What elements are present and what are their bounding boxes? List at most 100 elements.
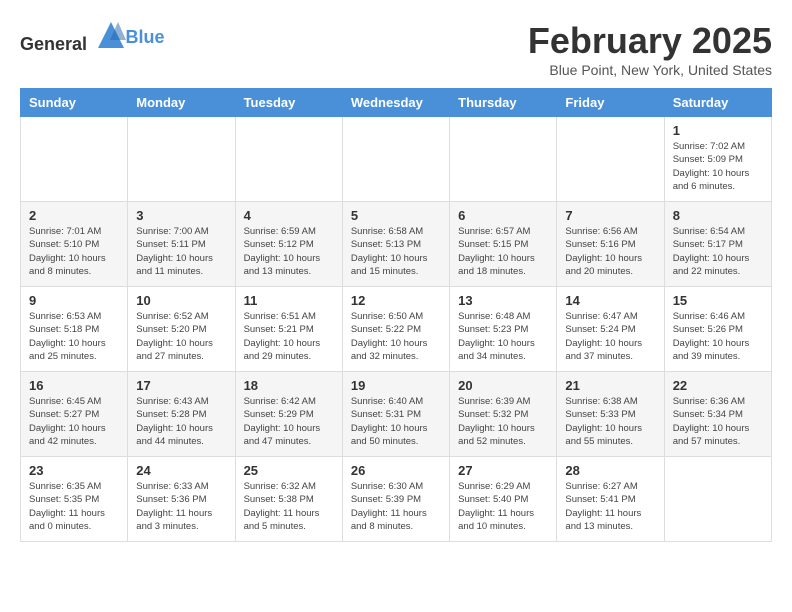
- calendar-cell: 6 Sunrise: 6:57 AM Sunset: 5:15 PM Daylig…: [450, 202, 557, 287]
- day-number: 23: [29, 463, 119, 478]
- day-info: Sunrise: 6:39 AM Sunset: 5:32 PM Dayligh…: [458, 395, 548, 448]
- weekday-header-saturday: Saturday: [664, 89, 771, 117]
- calendar-cell: 19 Sunrise: 6:40 AM Sunset: 5:31 PM Dayli…: [342, 372, 449, 457]
- day-number: 14: [565, 293, 655, 308]
- calendar-cell: 1 Sunrise: 7:02 AM Sunset: 5:09 PM Daylig…: [664, 117, 771, 202]
- day-info: Sunrise: 6:53 AM Sunset: 5:18 PM Dayligh…: [29, 310, 119, 363]
- calendar-cell: 13 Sunrise: 6:48 AM Sunset: 5:23 PM Dayli…: [450, 287, 557, 372]
- weekday-header-tuesday: Tuesday: [235, 89, 342, 117]
- calendar-cell: 23 Sunrise: 6:35 AM Sunset: 5:35 PM Dayli…: [21, 457, 128, 542]
- calendar-cell: 7Sunrise: 6:56 AM Sunset: 5:16 PM Daylig…: [557, 202, 664, 287]
- day-number: 11: [244, 293, 334, 308]
- calendar-cell: 22 Sunrise: 6:36 AM Sunset: 5:34 PM Dayli…: [664, 372, 771, 457]
- day-number: 28: [565, 463, 655, 478]
- day-number: 25: [244, 463, 334, 478]
- day-number: 27: [458, 463, 548, 478]
- calendar-cell: 2Sunrise: 7:01 AM Sunset: 5:10 PM Daylig…: [21, 202, 128, 287]
- day-number: 6: [458, 208, 548, 223]
- logo-icon: [96, 20, 126, 50]
- page-header: General Blue February 2025 Blue Point, N…: [20, 20, 772, 78]
- day-info: Sunrise: 6:46 AM Sunset: 5:26 PM Dayligh…: [673, 310, 763, 363]
- day-info: Sunrise: 6:33 AM Sunset: 5:36 PM Dayligh…: [136, 480, 226, 533]
- calendar-title: February 2025: [528, 20, 772, 62]
- day-info: Sunrise: 6:29 AM Sunset: 5:40 PM Dayligh…: [458, 480, 548, 533]
- calendar-cell: 4 Sunrise: 6:59 AM Sunset: 5:12 PM Daylig…: [235, 202, 342, 287]
- weekday-header-thursday: Thursday: [450, 89, 557, 117]
- calendar-cell: 12 Sunrise: 6:50 AM Sunset: 5:22 PM Dayli…: [342, 287, 449, 372]
- day-info: Sunrise: 6:38 AM Sunset: 5:33 PM Dayligh…: [565, 395, 655, 448]
- week-row-3: 16 Sunrise: 6:45 AM Sunset: 5:27 PM Dayli…: [21, 372, 772, 457]
- day-number: 19: [351, 378, 441, 393]
- day-number: 9: [29, 293, 119, 308]
- day-info: Sunrise: 6:35 AM Sunset: 5:35 PM Dayligh…: [29, 480, 119, 533]
- calendar-cell: 18 Sunrise: 6:42 AM Sunset: 5:29 PM Dayli…: [235, 372, 342, 457]
- day-info: Sunrise: 7:00 AM Sunset: 5:11 PM Dayligh…: [136, 225, 226, 278]
- day-number: 7: [565, 208, 655, 223]
- day-info: Sunrise: 6:48 AM Sunset: 5:23 PM Dayligh…: [458, 310, 548, 363]
- day-number: 26: [351, 463, 441, 478]
- weekday-header-friday: Friday: [557, 89, 664, 117]
- calendar-cell: [128, 117, 235, 202]
- day-number: 20: [458, 378, 548, 393]
- calendar-cell: 16 Sunrise: 6:45 AM Sunset: 5:27 PM Dayli…: [21, 372, 128, 457]
- day-info: Sunrise: 6:36 AM Sunset: 5:34 PM Dayligh…: [673, 395, 763, 448]
- calendar-cell: 3 Sunrise: 7:00 AM Sunset: 5:11 PM Daylig…: [128, 202, 235, 287]
- calendar-cell: [664, 457, 771, 542]
- day-number: 12: [351, 293, 441, 308]
- week-row-0: 1 Sunrise: 7:02 AM Sunset: 5:09 PM Daylig…: [21, 117, 772, 202]
- weekday-header-row: SundayMondayTuesdayWednesdayThursdayFrid…: [21, 89, 772, 117]
- day-info: Sunrise: 6:51 AM Sunset: 5:21 PM Dayligh…: [244, 310, 334, 363]
- day-info: Sunrise: 6:52 AM Sunset: 5:20 PM Dayligh…: [136, 310, 226, 363]
- day-info: Sunrise: 6:47 AM Sunset: 5:24 PM Dayligh…: [565, 310, 655, 363]
- title-area: February 2025 Blue Point, New York, Unit…: [528, 20, 772, 78]
- calendar-cell: [557, 117, 664, 202]
- weekday-header-sunday: Sunday: [21, 89, 128, 117]
- calendar-cell: 26Sunrise: 6:30 AM Sunset: 5:39 PM Dayli…: [342, 457, 449, 542]
- day-info: Sunrise: 6:59 AM Sunset: 5:12 PM Dayligh…: [244, 225, 334, 278]
- day-info: Sunrise: 6:54 AM Sunset: 5:17 PM Dayligh…: [673, 225, 763, 278]
- calendar-cell: 17 Sunrise: 6:43 AM Sunset: 5:28 PM Dayli…: [128, 372, 235, 457]
- day-number: 17: [136, 378, 226, 393]
- day-number: 1: [673, 123, 763, 138]
- day-info: Sunrise: 6:43 AM Sunset: 5:28 PM Dayligh…: [136, 395, 226, 448]
- day-number: 3: [136, 208, 226, 223]
- week-row-1: 2Sunrise: 7:01 AM Sunset: 5:10 PM Daylig…: [21, 202, 772, 287]
- day-info: Sunrise: 6:58 AM Sunset: 5:13 PM Dayligh…: [351, 225, 441, 278]
- day-info: Sunrise: 6:32 AM Sunset: 5:38 PM Dayligh…: [244, 480, 334, 533]
- logo-text-blue: Blue: [126, 27, 165, 48]
- logo-text-general: General: [20, 34, 87, 54]
- calendar-cell: 15 Sunrise: 6:46 AM Sunset: 5:26 PM Dayli…: [664, 287, 771, 372]
- day-info: Sunrise: 6:57 AM Sunset: 5:15 PM Dayligh…: [458, 225, 548, 278]
- day-number: 2: [29, 208, 119, 223]
- weekday-header-wednesday: Wednesday: [342, 89, 449, 117]
- day-info: Sunrise: 6:50 AM Sunset: 5:22 PM Dayligh…: [351, 310, 441, 363]
- day-number: 4: [244, 208, 334, 223]
- day-info: Sunrise: 6:40 AM Sunset: 5:31 PM Dayligh…: [351, 395, 441, 448]
- calendar-subtitle: Blue Point, New York, United States: [528, 62, 772, 78]
- calendar-cell: 21 Sunrise: 6:38 AM Sunset: 5:33 PM Dayli…: [557, 372, 664, 457]
- day-number: 10: [136, 293, 226, 308]
- calendar-cell: 11 Sunrise: 6:51 AM Sunset: 5:21 PM Dayli…: [235, 287, 342, 372]
- day-number: 8: [673, 208, 763, 223]
- calendar-cell: [450, 117, 557, 202]
- calendar-table: SundayMondayTuesdayWednesdayThursdayFrid…: [20, 88, 772, 542]
- weekday-header-monday: Monday: [128, 89, 235, 117]
- logo: General Blue: [20, 20, 165, 55]
- calendar-cell: [21, 117, 128, 202]
- calendar-cell: 8 Sunrise: 6:54 AM Sunset: 5:17 PM Daylig…: [664, 202, 771, 287]
- calendar-cell: 9 Sunrise: 6:53 AM Sunset: 5:18 PM Daylig…: [21, 287, 128, 372]
- day-number: 16: [29, 378, 119, 393]
- day-number: 13: [458, 293, 548, 308]
- day-number: 15: [673, 293, 763, 308]
- calendar-cell: 5Sunrise: 6:58 AM Sunset: 5:13 PM Daylig…: [342, 202, 449, 287]
- day-number: 22: [673, 378, 763, 393]
- calendar-cell: [342, 117, 449, 202]
- day-info: Sunrise: 6:42 AM Sunset: 5:29 PM Dayligh…: [244, 395, 334, 448]
- day-info: Sunrise: 6:45 AM Sunset: 5:27 PM Dayligh…: [29, 395, 119, 448]
- calendar-cell: 28Sunrise: 6:27 AM Sunset: 5:41 PM Dayli…: [557, 457, 664, 542]
- day-number: 24: [136, 463, 226, 478]
- day-info: Sunrise: 7:02 AM Sunset: 5:09 PM Dayligh…: [673, 140, 763, 193]
- day-number: 21: [565, 378, 655, 393]
- calendar-cell: 10 Sunrise: 6:52 AM Sunset: 5:20 PM Dayli…: [128, 287, 235, 372]
- day-number: 18: [244, 378, 334, 393]
